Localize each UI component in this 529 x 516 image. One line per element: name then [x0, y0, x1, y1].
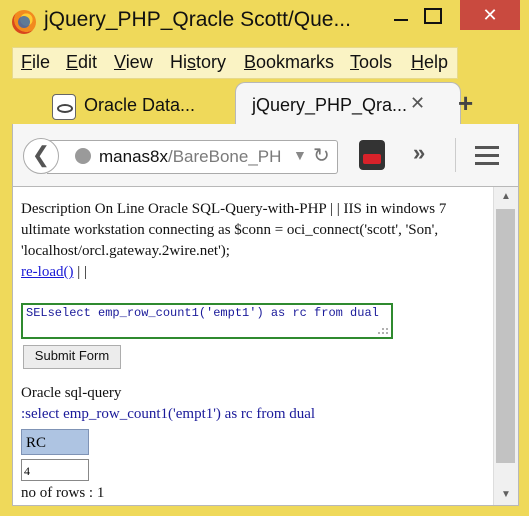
- oracle-sql-query-label: Oracle sql-query: [21, 385, 122, 401]
- reload-link[interactable]: re-load(): [21, 264, 73, 280]
- minimize-icon: [394, 19, 408, 21]
- tab-label: jQuery_PHP_Qra...: [252, 95, 408, 115]
- tab-label: Oracle Data...: [84, 95, 196, 115]
- menu-history-accel: s: [187, 52, 196, 72]
- menu-tools-accel: T: [350, 52, 359, 72]
- menu-edit-accel: E: [66, 52, 79, 72]
- hamburger-line: [475, 154, 499, 157]
- reload-separator: | |: [77, 264, 87, 280]
- submit-form-button[interactable]: Submit Form: [23, 345, 121, 369]
- page-body: Description On Line Oracle SQL-Query-wit…: [21, 199, 491, 283]
- tab-oracle-data[interactable]: Oracle Data... ✕: [48, 90, 258, 124]
- menu-bookmarks-rest: ookmarks: [256, 52, 335, 72]
- menu-help-accel: H: [411, 52, 424, 72]
- oracle-page-icon: [52, 94, 76, 120]
- menu-bookmarks-accel: B: [244, 52, 257, 72]
- menu-help[interactable]: Help: [411, 52, 448, 73]
- query-textarea-value: SELselect emp_row_count1('empt1') as rc …: [26, 306, 379, 320]
- menu-bookmarks[interactable]: Bookmarks: [244, 52, 334, 73]
- table-header-rc: RC: [21, 429, 89, 455]
- menu-edit[interactable]: Edit: [66, 52, 97, 73]
- menu-view-rest: iew: [125, 52, 153, 72]
- menu-history-pre: Hi: [170, 52, 187, 72]
- url-bar[interactable]: manas8x/BareBone_PH ▼ ↻: [47, 140, 338, 174]
- result-table: RC 4: [21, 429, 89, 481]
- scroll-down-icon[interactable]: ▼: [494, 485, 518, 505]
- globe-icon: [75, 148, 91, 164]
- back-button[interactable]: ❮: [23, 138, 59, 174]
- query-echo-text: :select emp_row_count1('empt1') as rc fr…: [21, 406, 316, 422]
- new-tab-button[interactable]: +: [458, 88, 473, 119]
- hamburger-line: [475, 162, 499, 165]
- url-path: /BareBone_PH: [167, 147, 282, 166]
- description-text: Description On Line Oracle SQL-Query-wit…: [21, 201, 447, 259]
- menu-history[interactable]: History: [170, 52, 226, 73]
- menu-file[interactable]: File: [21, 52, 50, 73]
- vertical-scrollbar[interactable]: ▲ ▼: [493, 187, 518, 505]
- page-content: Description On Line Oracle SQL-Query-wit…: [12, 186, 519, 506]
- menu-bar: File Edit View History Bookmarks Tools H…: [12, 47, 458, 79]
- window-title: jQuery_PHP_Qracle Scott/Que...: [44, 8, 351, 31]
- tab-strip: Oracle Data... ✕ jQuery_PHP_Qra... ✕ +: [12, 82, 517, 125]
- menu-view[interactable]: View: [114, 52, 153, 73]
- table-cell-rc-value: 4: [21, 459, 89, 481]
- reload-icon[interactable]: ↻: [313, 143, 330, 168]
- title-bar: jQuery_PHP_Qracle Scott/Que... ✕: [0, 0, 529, 44]
- menu-file-rest: ile: [32, 52, 51, 72]
- tab-jquery-php-active[interactable]: jQuery_PHP_Qra... ✕: [235, 82, 461, 125]
- maximize-button[interactable]: [410, 0, 456, 30]
- reload-line: re-load() | |: [21, 262, 491, 283]
- scrollbar-thumb[interactable]: [496, 209, 515, 463]
- menu-tools-rest: ools: [359, 52, 393, 72]
- query-textarea[interactable]: SELselect emp_row_count1('empt1') as rc …: [21, 303, 393, 339]
- menu-help-rest: elp: [424, 52, 449, 72]
- menu-history-rest: tory: [196, 52, 227, 72]
- youtube-icon[interactable]: [359, 140, 385, 170]
- scroll-up-icon[interactable]: ▲: [494, 187, 518, 207]
- toolbar-divider: [455, 138, 456, 172]
- overflow-chevron-icon[interactable]: »: [413, 140, 425, 166]
- maximize-icon: [424, 8, 442, 24]
- menu-view-accel: V: [114, 52, 126, 72]
- firefox-logo-icon: [12, 10, 36, 34]
- menu-file-accel: F: [21, 52, 32, 72]
- menu-edit-rest: dit: [78, 52, 98, 72]
- url-text: manas8x/BareBone_PH: [99, 147, 281, 167]
- hamburger-line: [475, 146, 499, 149]
- close-window-button[interactable]: ✕: [460, 0, 520, 30]
- resize-grip-icon[interactable]: [373, 325, 389, 335]
- rows-count-text: no of rows : 1: [21, 485, 105, 501]
- navigation-bar: manas8x/BareBone_PH ▼ ↻ ❮ »: [12, 124, 519, 186]
- close-tab-icon[interactable]: ✕: [410, 93, 425, 114]
- url-host: manas8x: [99, 147, 168, 166]
- hamburger-menu-icon[interactable]: [475, 146, 499, 170]
- menu-tools[interactable]: Tools: [350, 52, 392, 73]
- chevron-down-icon[interactable]: ▼: [293, 147, 307, 163]
